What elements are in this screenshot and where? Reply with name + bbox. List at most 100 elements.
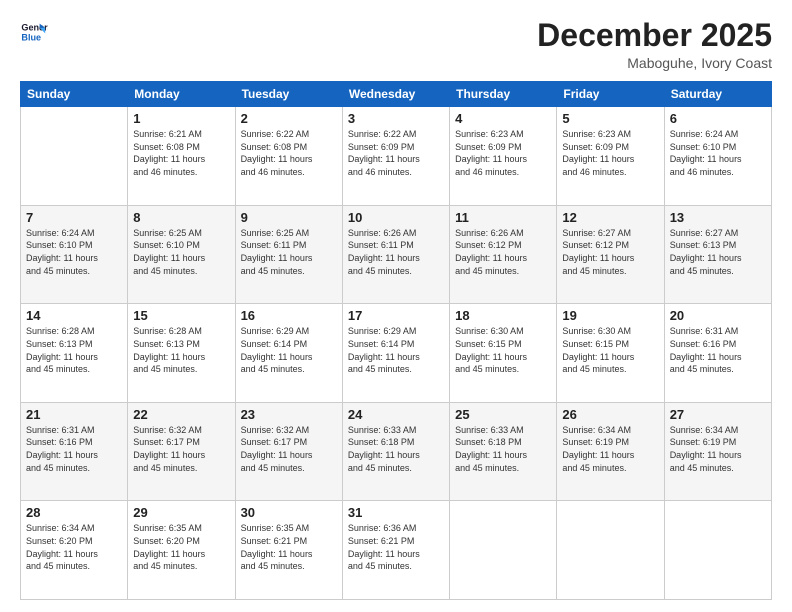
table-cell: 21Sunrise: 6:31 AM Sunset: 6:16 PM Dayli… (21, 402, 128, 501)
day-info: Sunrise: 6:28 AM Sunset: 6:13 PM Dayligh… (26, 325, 122, 375)
table-cell: 19Sunrise: 6:30 AM Sunset: 6:15 PM Dayli… (557, 304, 664, 403)
day-number: 11 (455, 210, 551, 225)
calendar-week-row: 21Sunrise: 6:31 AM Sunset: 6:16 PM Dayli… (21, 402, 772, 501)
table-cell: 14 Sunrise: 6:28 AM Sunset: 6:13 PM Dayli… (21, 304, 128, 403)
day-info: Sunrise: 6:30 AM Sunset: 6:15 PM Dayligh… (455, 325, 551, 375)
table-cell (21, 107, 128, 206)
day-number: 16 (241, 308, 337, 323)
table-cell: 30Sunrise: 6:35 AM Sunset: 6:21 PM Dayli… (235, 501, 342, 600)
day-number: 24 (348, 407, 444, 422)
day-number: 5 (562, 111, 658, 126)
day-info: Sunrise: 6:25 AM Sunset: 6:11 PM Dayligh… (241, 227, 337, 277)
day-info: Sunrise: 6:34 AM Sunset: 6:19 PM Dayligh… (562, 424, 658, 474)
day-info: Sunrise: 6:29 AM Sunset: 6:14 PM Dayligh… (348, 325, 444, 375)
day-number: 9 (241, 210, 337, 225)
logo-icon: General Blue (20, 18, 48, 46)
day-number: 29 (133, 505, 229, 520)
page: General Blue December 2025 Maboguhe, Ivo… (0, 0, 792, 612)
day-number: 22 (133, 407, 229, 422)
calendar-table: Sunday Monday Tuesday Wednesday Thursday… (20, 81, 772, 600)
day-info: Sunrise: 6:29 AM Sunset: 6:14 PM Dayligh… (241, 325, 337, 375)
day-info: Sunrise: 6:21 AM Sunset: 6:08 PM Dayligh… (133, 128, 229, 178)
day-number: 13 (670, 210, 766, 225)
day-number: 23 (241, 407, 337, 422)
day-number: 17 (348, 308, 444, 323)
table-cell: 23 Sunrise: 6:32 AM Sunset: 6:17 PM Dayli… (235, 402, 342, 501)
table-cell: 15 Sunrise: 6:28 AM Sunset: 6:13 PM Dayli… (128, 304, 235, 403)
table-cell: 2 Sunrise: 6:22 AM Sunset: 6:08 PM Daylig… (235, 107, 342, 206)
day-info: Sunrise: 6:27 AM Sunset: 6:13 PM Dayligh… (670, 227, 766, 277)
day-info: Sunrise: 6:34 AM Sunset: 6:20 PM Dayligh… (26, 522, 122, 572)
day-info: Sunrise: 6:33 AM Sunset: 6:18 PM Dayligh… (455, 424, 551, 474)
col-wednesday: Wednesday (342, 82, 449, 107)
col-thursday: Thursday (450, 82, 557, 107)
table-cell: 22 Sunrise: 6:32 AM Sunset: 6:17 PM Dayli… (128, 402, 235, 501)
day-info: Sunrise: 6:26 AM Sunset: 6:11 PM Dayligh… (348, 227, 444, 277)
table-cell: 27Sunrise: 6:34 AM Sunset: 6:19 PM Dayli… (664, 402, 771, 501)
table-cell (450, 501, 557, 600)
table-cell: 24 Sunrise: 6:33 AM Sunset: 6:18 PM Dayli… (342, 402, 449, 501)
day-number: 18 (455, 308, 551, 323)
table-cell: 16 Sunrise: 6:29 AM Sunset: 6:14 PM Dayli… (235, 304, 342, 403)
table-cell: 17 Sunrise: 6:29 AM Sunset: 6:14 PM Dayli… (342, 304, 449, 403)
calendar-header-row: Sunday Monday Tuesday Wednesday Thursday… (21, 82, 772, 107)
table-cell: 8Sunrise: 6:25 AM Sunset: 6:10 PM Daylig… (128, 205, 235, 304)
table-cell: 6 Sunrise: 6:24 AM Sunset: 6:10 PM Daylig… (664, 107, 771, 206)
day-number: 19 (562, 308, 658, 323)
table-cell: 20 Sunrise: 6:31 AM Sunset: 6:16 PM Dayli… (664, 304, 771, 403)
day-info: Sunrise: 6:32 AM Sunset: 6:17 PM Dayligh… (241, 424, 337, 474)
day-info: Sunrise: 6:28 AM Sunset: 6:13 PM Dayligh… (133, 325, 229, 375)
day-number: 10 (348, 210, 444, 225)
table-cell: 26 Sunrise: 6:34 AM Sunset: 6:19 PM Dayli… (557, 402, 664, 501)
day-number: 1 (133, 111, 229, 126)
calendar-week-row: 7Sunrise: 6:24 AM Sunset: 6:10 PM Daylig… (21, 205, 772, 304)
calendar-week-row: 28Sunrise: 6:34 AM Sunset: 6:20 PM Dayli… (21, 501, 772, 600)
day-info: Sunrise: 6:32 AM Sunset: 6:17 PM Dayligh… (133, 424, 229, 474)
table-cell: 7Sunrise: 6:24 AM Sunset: 6:10 PM Daylig… (21, 205, 128, 304)
day-info: Sunrise: 6:36 AM Sunset: 6:21 PM Dayligh… (348, 522, 444, 572)
day-info: Sunrise: 6:22 AM Sunset: 6:08 PM Dayligh… (241, 128, 337, 178)
col-monday: Monday (128, 82, 235, 107)
day-number: 20 (670, 308, 766, 323)
svg-text:Blue: Blue (21, 32, 41, 42)
day-number: 6 (670, 111, 766, 126)
day-number: 3 (348, 111, 444, 126)
table-cell: 12 Sunrise: 6:27 AM Sunset: 6:12 PM Dayli… (557, 205, 664, 304)
day-info: Sunrise: 6:35 AM Sunset: 6:20 PM Dayligh… (133, 522, 229, 572)
table-cell: 3 Sunrise: 6:22 AM Sunset: 6:09 PM Daylig… (342, 107, 449, 206)
table-cell: 13 Sunrise: 6:27 AM Sunset: 6:13 PM Dayli… (664, 205, 771, 304)
table-cell: 18 Sunrise: 6:30 AM Sunset: 6:15 PM Dayli… (450, 304, 557, 403)
col-saturday: Saturday (664, 82, 771, 107)
table-cell: 9 Sunrise: 6:25 AM Sunset: 6:11 PM Daylig… (235, 205, 342, 304)
header: General Blue December 2025 Maboguhe, Ivo… (20, 18, 772, 71)
calendar-week-row: 14 Sunrise: 6:28 AM Sunset: 6:13 PM Dayli… (21, 304, 772, 403)
table-cell: 28Sunrise: 6:34 AM Sunset: 6:20 PM Dayli… (21, 501, 128, 600)
day-number: 2 (241, 111, 337, 126)
day-info: Sunrise: 6:34 AM Sunset: 6:19 PM Dayligh… (670, 424, 766, 474)
day-info: Sunrise: 6:27 AM Sunset: 6:12 PM Dayligh… (562, 227, 658, 277)
day-number: 4 (455, 111, 551, 126)
title-block: December 2025 Maboguhe, Ivory Coast (537, 18, 772, 71)
day-info: Sunrise: 6:33 AM Sunset: 6:18 PM Dayligh… (348, 424, 444, 474)
table-cell: 5Sunrise: 6:23 AM Sunset: 6:09 PM Daylig… (557, 107, 664, 206)
day-info: Sunrise: 6:23 AM Sunset: 6:09 PM Dayligh… (455, 128, 551, 178)
month-title: December 2025 (537, 18, 772, 53)
table-cell: 10 Sunrise: 6:26 AM Sunset: 6:11 PM Dayli… (342, 205, 449, 304)
table-cell: 29 Sunrise: 6:35 AM Sunset: 6:20 PM Dayli… (128, 501, 235, 600)
day-number: 30 (241, 505, 337, 520)
day-info: Sunrise: 6:31 AM Sunset: 6:16 PM Dayligh… (670, 325, 766, 375)
day-number: 14 (26, 308, 122, 323)
col-sunday: Sunday (21, 82, 128, 107)
calendar-week-row: 1 Sunrise: 6:21 AM Sunset: 6:08 PM Daylig… (21, 107, 772, 206)
day-info: Sunrise: 6:24 AM Sunset: 6:10 PM Dayligh… (670, 128, 766, 178)
table-cell (557, 501, 664, 600)
day-info: Sunrise: 6:25 AM Sunset: 6:10 PM Dayligh… (133, 227, 229, 277)
day-number: 7 (26, 210, 122, 225)
col-friday: Friday (557, 82, 664, 107)
day-number: 12 (562, 210, 658, 225)
day-info: Sunrise: 6:22 AM Sunset: 6:09 PM Dayligh… (348, 128, 444, 178)
day-number: 26 (562, 407, 658, 422)
location-title: Maboguhe, Ivory Coast (537, 55, 772, 71)
day-number: 15 (133, 308, 229, 323)
logo: General Blue (20, 18, 48, 46)
